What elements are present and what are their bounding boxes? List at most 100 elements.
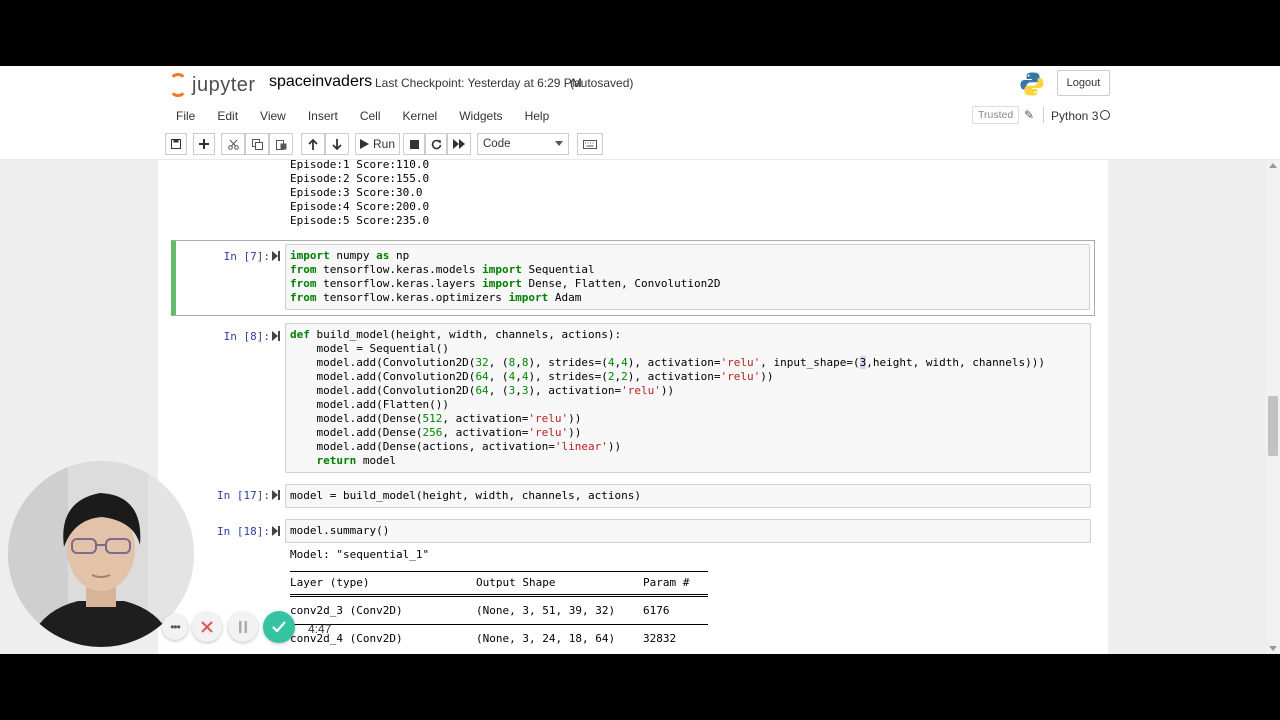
save-icon — [171, 139, 181, 149]
summary-header-params: Param # — [643, 576, 690, 589]
summary-rule-double — [290, 594, 708, 597]
refresh-icon — [431, 139, 441, 149]
copy-button[interactable] — [245, 133, 269, 155]
code-keyword: def — [290, 328, 310, 341]
trusted-badge[interactable]: Trusted — [972, 106, 1020, 124]
scissors-icon — [227, 139, 239, 150]
command-palette-button[interactable] — [577, 133, 603, 155]
menu-help[interactable]: Help — [514, 103, 561, 129]
code-line: model.add(Dense(512, activation='relu')) — [290, 412, 1086, 426]
code-token: tensorflow.keras.optimizers — [316, 291, 509, 304]
cell-input[interactable]: def build_model(height, width, channels,… — [285, 323, 1091, 473]
stop-icon — [409, 139, 419, 149]
code-token: , ( — [488, 384, 509, 397]
code-block: model = build_model(height, width, chann… — [290, 489, 1086, 503]
notebook-name[interactable]: spaceinvaders — [269, 73, 372, 91]
scroll-down-icon[interactable] — [1269, 646, 1277, 651]
cell-type-select[interactable]: Code — [477, 133, 569, 155]
code-line: model = build_model(height, width, chann… — [290, 489, 1086, 503]
code-line: model.summary() — [290, 524, 1086, 538]
code-token: ), activation= — [528, 384, 622, 397]
run-cell-icon[interactable] — [272, 251, 280, 261]
close-icon — [201, 621, 213, 633]
notebook-header: jupyter spaceinvaders Last Checkpoint: Y… — [0, 66, 1280, 160]
cell-input[interactable]: model.summary() — [285, 519, 1091, 543]
summary-param-count: 32832 — [643, 632, 677, 645]
code-token: )) — [607, 440, 622, 453]
summary-output-shape: (None, 3, 51, 39, 32) — [476, 604, 616, 617]
python-logo-icon — [1019, 71, 1045, 97]
previous-cell-output: Episode:1 Score:110.0 Episode:2 Score:15… — [290, 160, 429, 228]
edit-pencil-icon[interactable]: ✎ — [1024, 108, 1034, 122]
copy-icon — [251, 138, 263, 150]
move-down-button[interactable] — [325, 133, 349, 155]
code-cell-selected[interactable]: In [7]: import numpy as np from tensorflo… — [171, 240, 1095, 316]
pause-icon — [239, 621, 247, 633]
autosave-status: (autosaved) — [570, 76, 634, 90]
logout-button[interactable]: Logout — [1057, 70, 1110, 96]
code-line: from tensorflow.keras.optimizers import … — [290, 291, 1085, 305]
code-token: model.add(Dense( — [290, 426, 423, 439]
page-scrollbar[interactable] — [1266, 160, 1280, 654]
menu-view[interactable]: View — [249, 103, 297, 129]
code-keyword: as — [376, 249, 390, 262]
output-line: Episode:4 Score:200.0 — [290, 200, 430, 213]
jupyter-logo[interactable]: jupyter — [168, 70, 256, 100]
code-token: , — [515, 384, 522, 397]
save-button[interactable] — [165, 133, 187, 155]
cell-prompt: In [7]: — [223, 250, 270, 263]
run-cell-icon[interactable] — [272, 490, 280, 500]
code-token: model.add(Flatten()) — [290, 398, 449, 411]
cell-input[interactable]: import numpy as np from tensorflow.keras.… — [285, 244, 1090, 310]
code-cell[interactable]: In [18]: model.summary() — [171, 519, 1095, 543]
code-cell[interactable]: In [8]: def build_model(height, width, c… — [171, 323, 1095, 473]
cell-prompt: In [17]: — [217, 489, 270, 502]
code-token: model.add(Convolution2D( — [290, 356, 476, 369]
more-options-button[interactable]: ••• — [162, 614, 188, 640]
finish-recording-button[interactable] — [263, 611, 295, 643]
menu-widgets[interactable]: Widgets — [448, 103, 513, 129]
arrow-up-icon — [308, 138, 318, 150]
output-line: Episode:1 Score:110.0 — [290, 160, 430, 171]
run-cell-icon[interactable] — [272, 526, 280, 536]
run-button[interactable]: Run — [355, 133, 400, 155]
checkpoint-status: Last Checkpoint: Yesterday at 6:29 PM — [375, 76, 582, 90]
code-string: 'relu' — [528, 426, 569, 439]
menu-edit[interactable]: Edit — [206, 103, 249, 129]
code-token: model.summary() — [290, 524, 390, 537]
fast-forward-icon — [453, 139, 465, 149]
summary-rule — [290, 624, 708, 625]
restart-run-all-button[interactable] — [447, 133, 471, 155]
code-token: ), strides=( — [528, 370, 608, 383]
cell-type-value: Code — [483, 138, 511, 150]
code-line: model.add(Dense(256, activation='relu')) — [290, 426, 1086, 440]
paste-button[interactable] — [269, 133, 293, 155]
scroll-up-icon[interactable] — [1269, 163, 1277, 168]
restart-button[interactable] — [425, 133, 447, 155]
summary-header-shape: Output Shape — [476, 576, 556, 589]
code-token: ,height, width, channels))) — [866, 356, 1046, 369]
code-cell[interactable]: In [17]: model = build_model(height, wid… — [171, 484, 1095, 508]
cancel-recording-button[interactable] — [192, 612, 222, 642]
code-token: Dense, Flatten, Convolution2D — [521, 277, 721, 290]
cell-input[interactable]: model = build_model(height, width, chann… — [285, 484, 1091, 508]
code-line: model.add(Dense(actions, activation='lin… — [290, 440, 1086, 454]
menu-insert[interactable]: Insert — [297, 103, 349, 129]
run-cell-icon[interactable] — [272, 331, 280, 341]
cut-button[interactable] — [221, 133, 245, 155]
menu-file[interactable]: File — [165, 103, 206, 129]
menu-cell[interactable]: Cell — [349, 103, 392, 129]
code-token: np — [389, 249, 410, 262]
code-keyword: from — [290, 291, 317, 304]
insert-cell-button[interactable] — [193, 133, 215, 155]
pause-recording-button[interactable] — [228, 612, 258, 642]
move-up-button[interactable] — [301, 133, 325, 155]
code-token: model.add(Dense( — [290, 412, 423, 425]
code-line: from tensorflow.keras.layers import Dens… — [290, 277, 1085, 291]
kernel-status-icon — [1100, 110, 1110, 120]
interrupt-button[interactable] — [403, 133, 425, 155]
scrollbar-thumb[interactable] — [1268, 396, 1278, 456]
menu-kernel[interactable]: Kernel — [392, 103, 449, 129]
recording-timer: 4:47 — [308, 622, 332, 636]
keyboard-icon — [583, 139, 597, 149]
